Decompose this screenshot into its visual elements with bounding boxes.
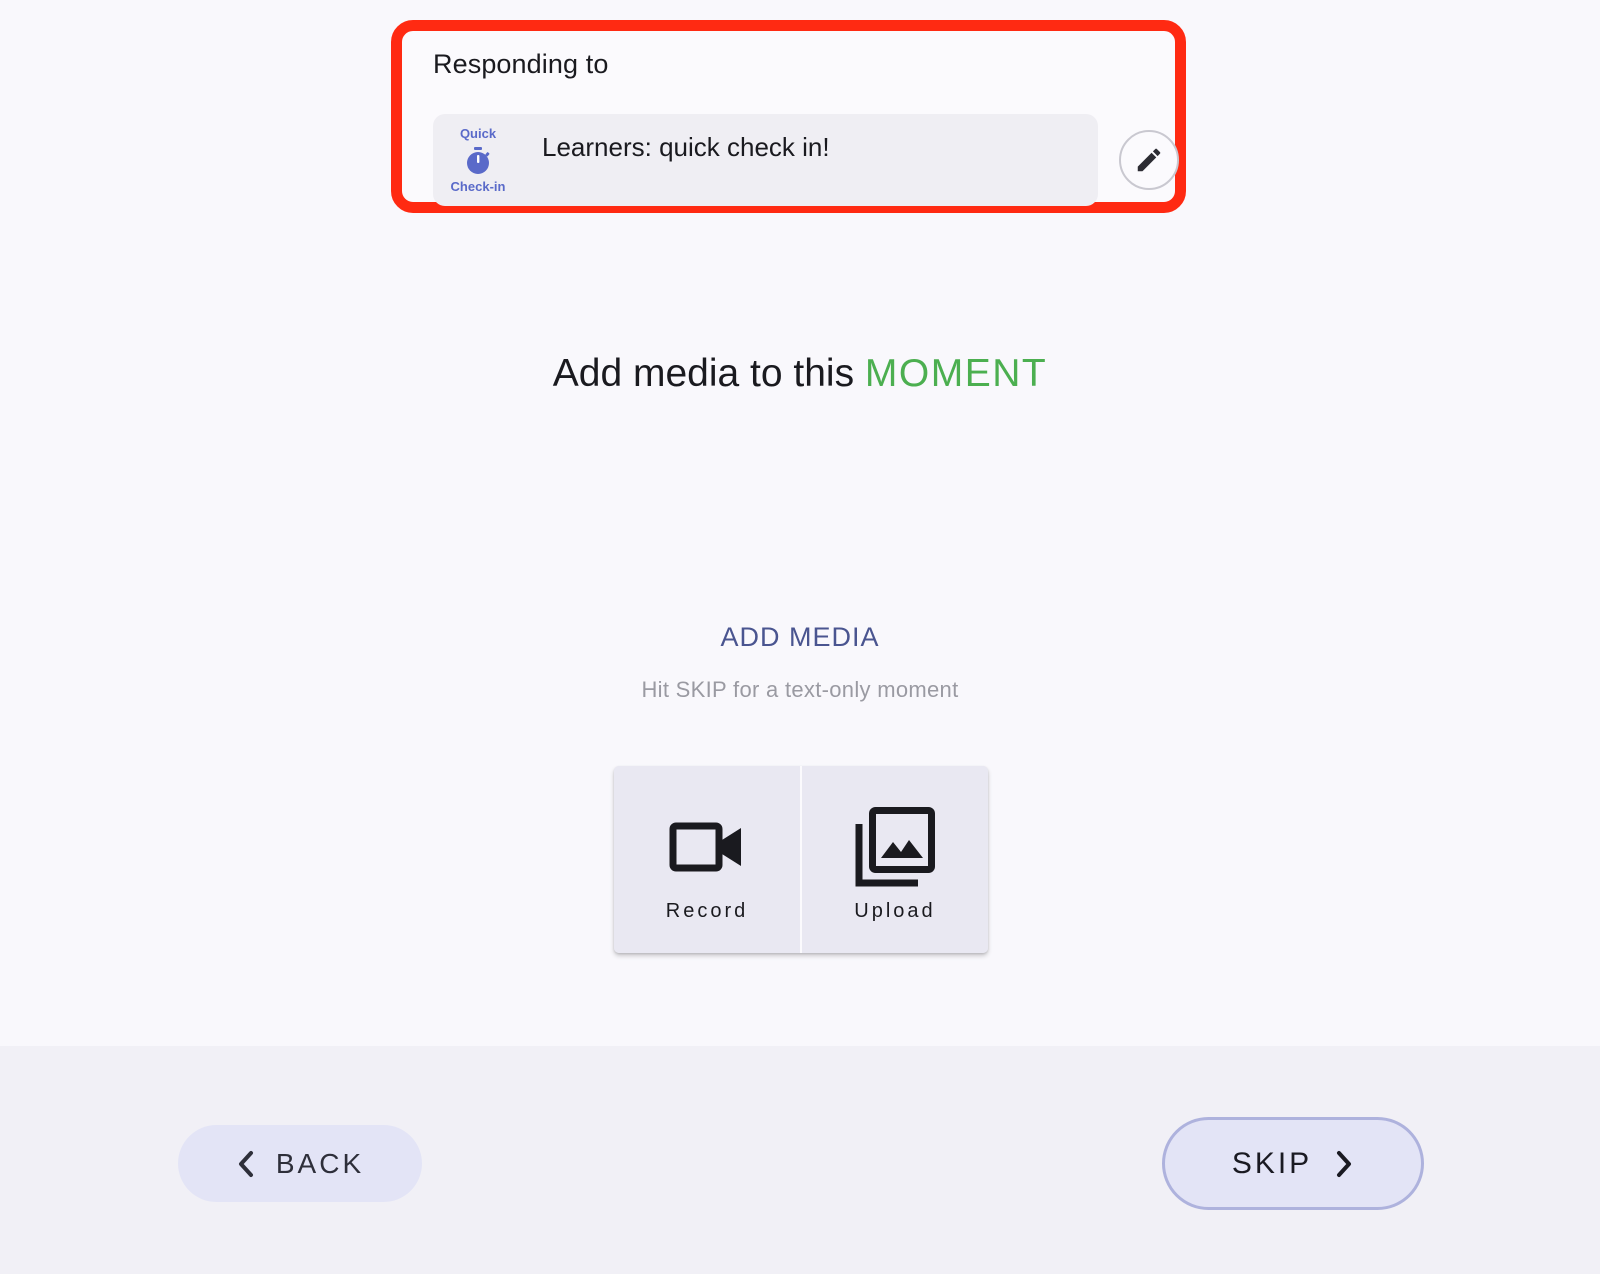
upload-icon-wrap <box>802 806 988 888</box>
quick-check-in-badge: Quick Check-in <box>445 124 511 196</box>
badge-bottom-text: Check-in <box>450 179 506 194</box>
upload-label: Upload <box>854 900 936 922</box>
record-button[interactable]: Record <box>614 766 800 953</box>
stopwatch-icon <box>467 147 490 174</box>
skip-button[interactable]: SKIP <box>1162 1117 1424 1210</box>
page-title-accent: MOMENT <box>864 352 1048 395</box>
upload-button[interactable]: Upload <box>802 766 988 953</box>
skip-label: SKIP <box>1231 1146 1313 1180</box>
add-media-heading: ADD MEDIA <box>720 622 880 652</box>
page-title-prefix: Add media to this <box>552 352 865 395</box>
back-button[interactable]: BACK <box>178 1125 422 1202</box>
chevron-left-icon <box>238 1150 253 1177</box>
prompt-title: Learners: quick check in! <box>542 132 830 162</box>
record-label: Record <box>665 900 749 922</box>
page-title: Add media to this MOMENT <box>0 352 1600 396</box>
media-options-group: Record Upload <box>614 766 988 953</box>
add-media-hint: Hit SKIP for a text-only moment <box>641 677 959 702</box>
prompt-card[interactable]: Quick Check-in Learners: quick check in! <box>433 114 1098 206</box>
edit-prompt-button[interactable] <box>1119 130 1179 190</box>
pencil-icon <box>1137 148 1161 172</box>
responding-to-panel: Responding to Quick Check-in Learners: q… <box>391 20 1186 213</box>
photo-library-icon <box>855 807 935 887</box>
chevron-right-icon <box>1337 1150 1352 1177</box>
responding-label: Responding to <box>433 49 609 79</box>
record-icon-wrap <box>614 806 800 888</box>
back-label: BACK <box>275 1147 365 1179</box>
video-camera-icon <box>669 822 741 872</box>
badge-top-text: Quick <box>459 126 497 141</box>
